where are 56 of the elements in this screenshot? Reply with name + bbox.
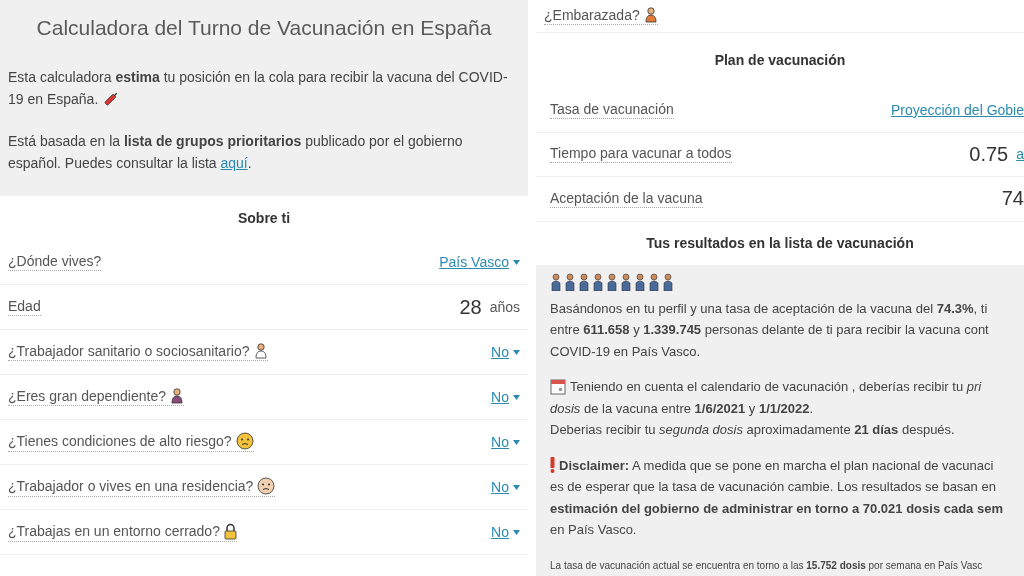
section-heading: Plan de vacunación [536, 32, 1024, 88]
list-link[interactable]: aquí [220, 155, 248, 171]
pregnant-person-icon [643, 6, 658, 23]
question-label: ¿Eres gran dependiente? [8, 388, 166, 404]
face-icon [235, 432, 254, 450]
result-text: entre 611.658 y 1.339.745 personas delante de ti para recibir la vacuna cont [550, 321, 990, 339]
question-label: ¿Trabajas en un entorno cerrado? [8, 523, 220, 539]
result-text: COVID-19 en País Vasco. [550, 342, 702, 361]
rate-link[interactable]: Proyección del Gobie [890, 101, 1024, 118]
caret-icon [513, 529, 520, 535]
setting-label: Aceptación de la vacuna [550, 189, 703, 206]
exclamation-icon [550, 457, 555, 474]
calendar-icon [550, 378, 566, 395]
intro-text: 19 en España. [8, 90, 99, 109]
number-value[interactable]: 28 [459, 295, 482, 319]
question-label: ¿Embarazada? [544, 6, 640, 23]
number-value[interactable]: 74 [1001, 187, 1024, 211]
caret-icon [513, 484, 520, 490]
intro-text: Esta calculadora estima tu posición en la cola para recibir la vacuna del COVID- [8, 68, 509, 87]
dropdown-select[interactable]: No [491, 344, 520, 360]
dropdown-select[interactable]: No [491, 389, 520, 405]
caret-icon [513, 394, 520, 400]
unit-label: años [489, 299, 520, 315]
unit-link[interactable]: a [1016, 146, 1024, 163]
lock-icon [223, 522, 237, 540]
health-worker-icon [253, 343, 268, 359]
question-label: ¿Tienes condiciones de alto riesgo? [8, 433, 232, 449]
result-text: es de esperar que la tasa de vacunación cambie. Los resultados se basan en [550, 478, 997, 496]
result-text: Teniendo en cuenta el calendario de vacunación , deberías recibir tu pri [570, 378, 982, 396]
footnote-text: La tasa de vacunación actual se encuentra en torno a las 15.752 dosis por semana en País Vasc [550, 558, 984, 573]
wheelchair-person-icon [170, 388, 184, 404]
dropdown-select[interactable]: País Vasco [439, 254, 520, 270]
section-heading: Tus resultados en la lista de vacunación [536, 221, 1024, 265]
question-label: ¿Trabajador sanitario o sociosanitario? [8, 343, 250, 359]
number-value[interactable]: 0.75 [969, 142, 1009, 166]
intro-text: español. Puedes consultar la lista aquí. [8, 154, 252, 173]
result-text: Deberias recibir tu segunda dosis aproximadamente 21 días después. [550, 421, 956, 439]
question-label: ¿Dónde vives? [8, 253, 102, 269]
caret-icon [513, 259, 520, 265]
caret-icon [513, 349, 520, 355]
setting-label: Tiempo para vacunar a todos [550, 145, 732, 162]
dropdown-select[interactable]: No [491, 479, 520, 495]
result-text: dosis de la vacuna entre 1/6/2021 y 1/1/2022. [550, 399, 815, 418]
setting-label: Tasa de vacunación [550, 100, 674, 117]
result-text: estimación del gobierno de administrar en torno a 70.021 dosis cada sem [550, 499, 1004, 518]
page-title: Calculadora del Turno de Vacunación en España [35, 15, 493, 41]
result-text: Basándonos en tu perfil y una tasa de aceptación de la vacuna del 74.3%, ti [550, 299, 989, 318]
dropdown-select[interactable]: No [491, 524, 520, 540]
intro-text: Está basada en la lista de grupos prioritarios publicado por el gobierno [8, 132, 464, 151]
result-text: en País Vasco. [550, 521, 638, 539]
caret-icon [513, 439, 520, 445]
result-text: Disclaimer: A medida que se pone en marcha el plan nacional de vacunaci [559, 456, 994, 475]
question-label: Edad [8, 298, 41, 314]
elderly-face-icon [257, 477, 276, 495]
dropdown-select[interactable]: No [491, 434, 520, 450]
question-label: ¿Trabajador o vives en una residencia? [8, 478, 254, 494]
